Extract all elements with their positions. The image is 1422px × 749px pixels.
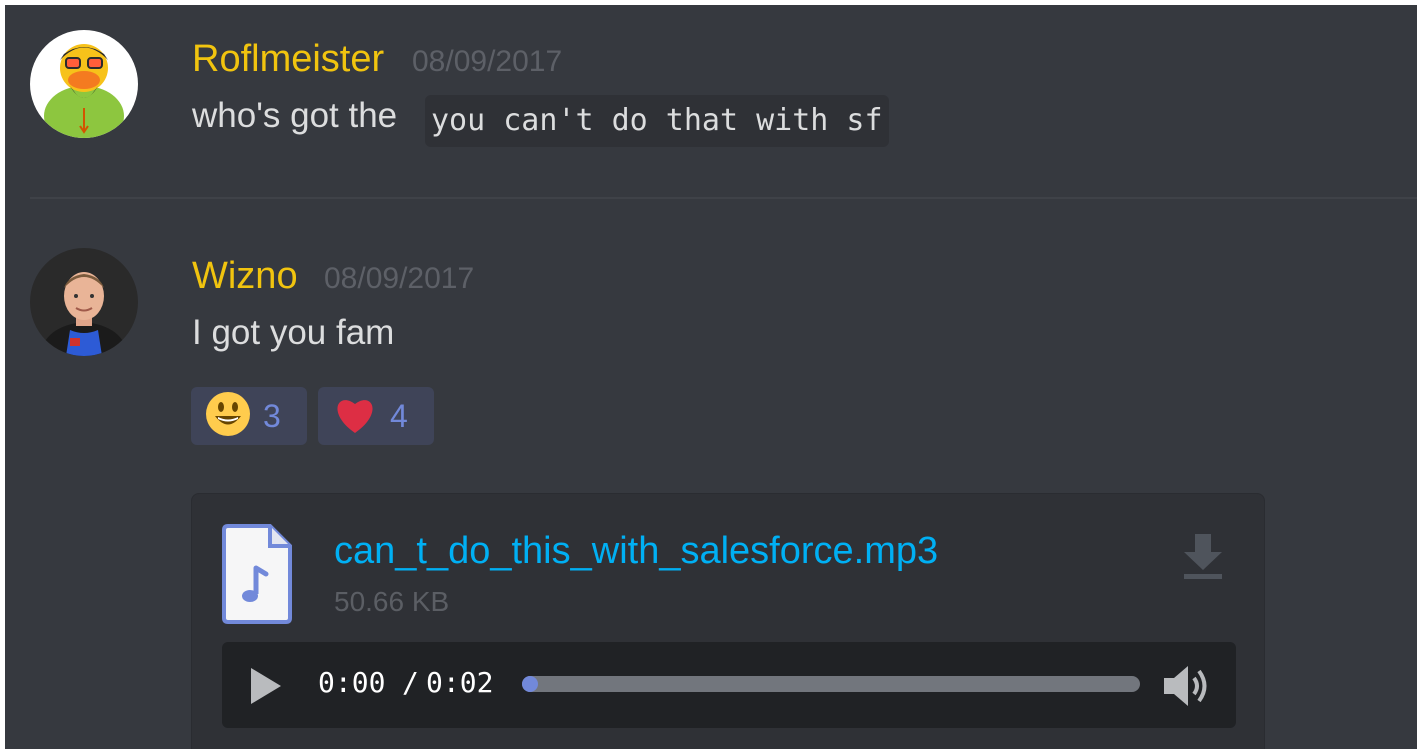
red-heart-icon (332, 391, 378, 442)
download-icon[interactable] (1182, 532, 1224, 585)
person-photo-avatar-icon[interactable] (30, 248, 138, 356)
reaction-count: 4 (390, 397, 408, 434)
reaction-smiley[interactable]: 3 (191, 387, 307, 445)
volume-icon[interactable] (1162, 662, 1216, 715)
duration: 0:02 (426, 666, 494, 699)
audio-player: 0:00 / 0:02 (222, 642, 1236, 728)
file-name-link[interactable]: can_t_do_this_with_salesforce.mp3 (334, 530, 938, 573)
audio-file-icon (222, 524, 292, 629)
username[interactable]: Roflmeister (192, 38, 384, 81)
chat-messages: Roflmeister 08/09/2017 who's got the you… (5, 5, 1417, 749)
progress-bar[interactable] (522, 676, 1140, 692)
current-time: 0:00 (318, 666, 386, 699)
file-size: 50.66 KB (334, 586, 450, 617)
play-icon[interactable] (248, 666, 284, 711)
time-separator: / (402, 666, 419, 699)
audio-attachment: can_t_do_this_with_salesforce.mp3 50.66 … (191, 493, 1265, 749)
reaction-heart[interactable]: 4 (318, 387, 434, 445)
rubber-duck-avatar-icon[interactable] (30, 30, 138, 138)
inline-code: you can't do that with sf (425, 95, 889, 147)
message-text: I got you fam (192, 313, 395, 352)
message-divider (30, 197, 1417, 199)
message-text: who's got the (192, 96, 398, 135)
progress-fill (522, 676, 538, 692)
timestamp: 08/09/2017 (412, 45, 563, 78)
timestamp: 08/09/2017 (324, 262, 475, 295)
username[interactable]: Wizno (192, 255, 298, 298)
reaction-count: 3 (263, 397, 281, 434)
smiley-face-icon (205, 391, 251, 442)
